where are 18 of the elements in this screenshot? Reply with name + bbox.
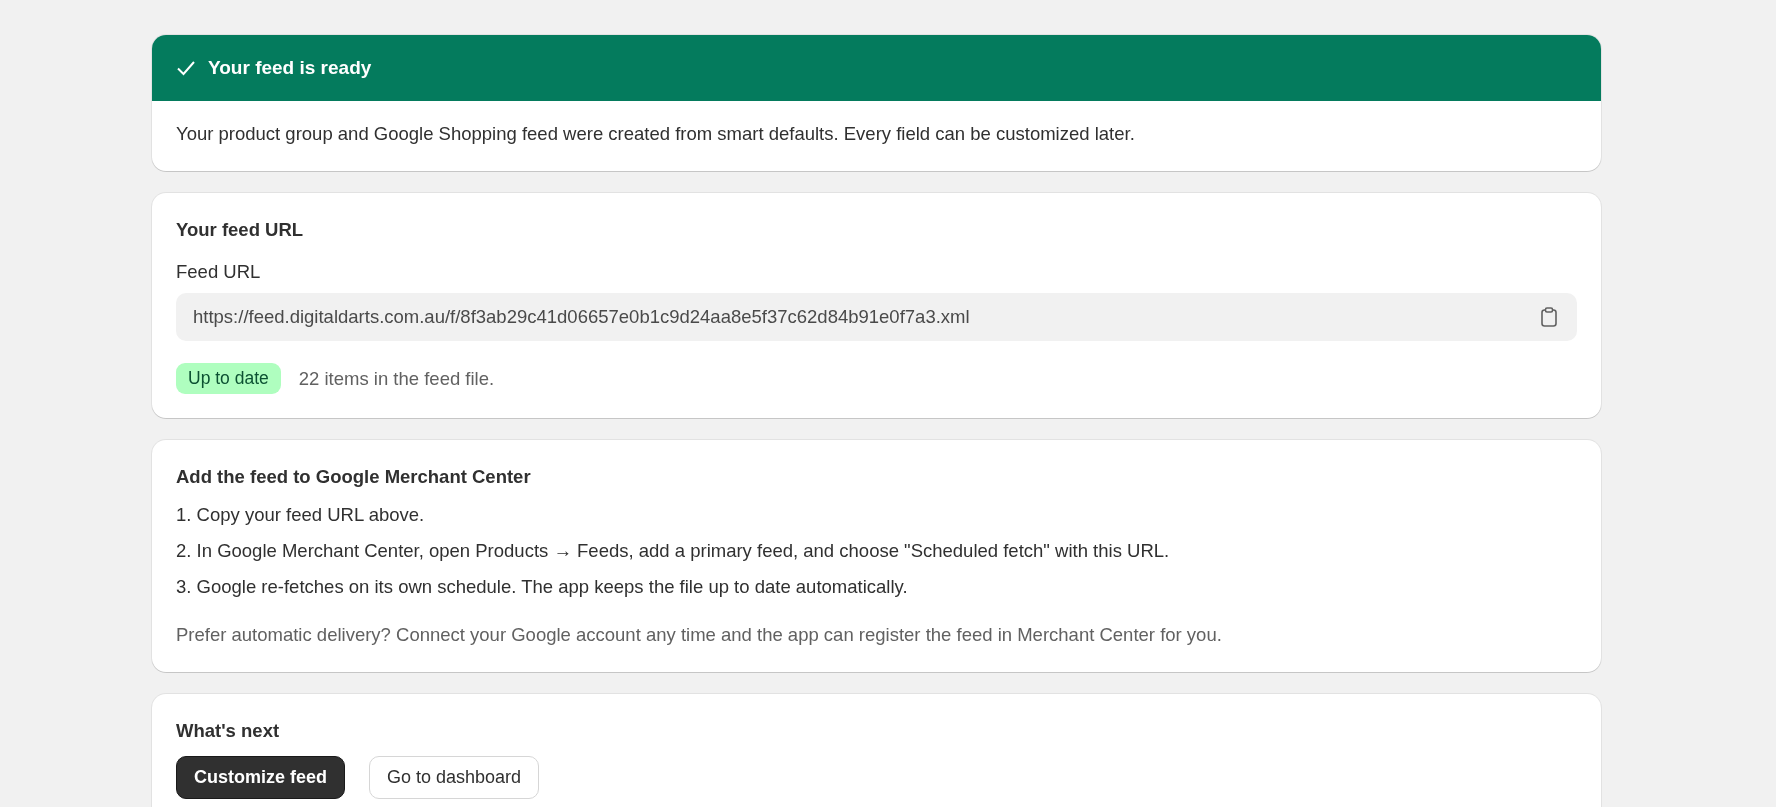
card-title: Add the feed to Google Merchant Center	[176, 465, 532, 489]
status-badge: Up to date	[176, 363, 281, 394]
banner-message: Your product group and Google Shopping feed were created from smart defaults. Every field can be customized later.	[176, 122, 1136, 146]
feed-url-text: https://feed.digitaldarts.com.au/f/8f3ab29c41d06657e0b1c9d24aa8e5f37c62d84b91e0f7a3.xml	[193, 306, 970, 328]
feed-url-field[interactable]: https://feed.digitaldarts.com.au/f/8f3ab29c41d06657e0b1c9d24aa8e5f37c62d84b91e0f7a3.xml	[176, 293, 1577, 341]
step-text: 3. Google re-fetches on its own schedule. The app keeps the file up to date automatically.	[176, 575, 909, 599]
customize-button[interactable]: Customize feed	[176, 756, 346, 799]
step-text: 2. In Google Merchant Center, open Products → Feeds, add a primary feed, and choose "Scheduled fetch" with this URL.	[176, 539, 1171, 563]
step-text: 1. Copy your feed URL above.	[176, 503, 426, 527]
note-text: Prefer automatic delivery? Connect your Google account any time and the app can register the feed in Merchant Center for you.	[176, 623, 1223, 647]
card-title: Your feed URL	[176, 218, 305, 242]
banner-title: Your feed is ready	[208, 57, 372, 79]
card-title: What's next	[176, 719, 281, 743]
clipboard-icon[interactable]	[1541, 307, 1557, 327]
item-count: 22 items in the feed file.	[298, 367, 495, 390]
dashboard-button[interactable]: Go to dashboard	[369, 756, 540, 799]
field-label: Feed URL	[176, 260, 262, 284]
check-icon	[176, 60, 196, 76]
